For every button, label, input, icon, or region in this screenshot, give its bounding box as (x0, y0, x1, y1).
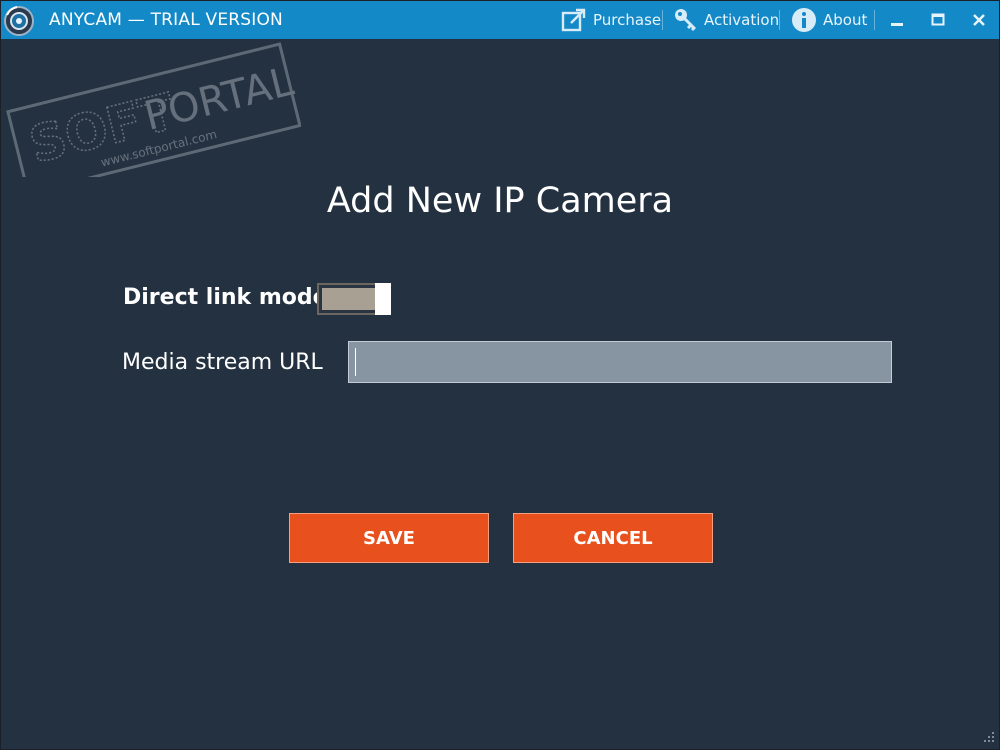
purchase-button[interactable]: Purchase (561, 1, 661, 39)
maximize-icon (931, 13, 945, 26)
close-button[interactable] (959, 1, 999, 39)
save-button[interactable]: SAVE (289, 513, 489, 563)
toolbar-separator (662, 10, 663, 30)
softportal-watermark: SOFT PORTAL www.softportal.com (6, 42, 301, 177)
about-label: About (823, 11, 868, 29)
anycam-logo-icon (4, 6, 34, 36)
about-button[interactable]: About (791, 1, 867, 39)
close-icon (973, 14, 985, 26)
info-icon (792, 8, 816, 32)
key-icon (675, 9, 697, 32)
watermark-brand-right: PORTAL (140, 59, 299, 140)
dialog-title: Add New IP Camera (326, 181, 674, 221)
media-stream-url-label: Media stream URL (122, 350, 323, 375)
watermark-site: www.softportal.com (99, 127, 218, 169)
purchase-label: Purchase (593, 11, 662, 29)
window-title: ANYCAM — TRIAL VERSION (49, 10, 283, 30)
cancel-button[interactable]: CANCEL (513, 513, 713, 563)
maximize-button[interactable] (918, 1, 958, 39)
toolbar-separator (779, 10, 780, 30)
app-window: ANYCAM — TRIAL VERSION Purchase Activati… (0, 0, 1000, 750)
direct-link-mode-label: Direct link mode (123, 285, 328, 310)
direct-link-mode-toggle[interactable] (317, 283, 391, 315)
watermark-brand-left: SOFT (24, 83, 180, 175)
toggle-track (322, 288, 376, 310)
resize-grip-icon[interactable] (981, 731, 995, 745)
external-link-icon (561, 8, 586, 32)
media-stream-url-input[interactable] (348, 341, 892, 383)
minimize-icon (891, 23, 903, 26)
activation-button[interactable]: Activation (673, 1, 779, 39)
activation-label: Activation (704, 11, 780, 29)
toggle-knob[interactable] (375, 283, 391, 315)
toolbar-separator (874, 10, 875, 30)
text-caret (355, 348, 356, 376)
minimize-button[interactable] (877, 1, 917, 39)
title-bar[interactable]: ANYCAM — TRIAL VERSION Purchase Activati… (1, 1, 999, 39)
